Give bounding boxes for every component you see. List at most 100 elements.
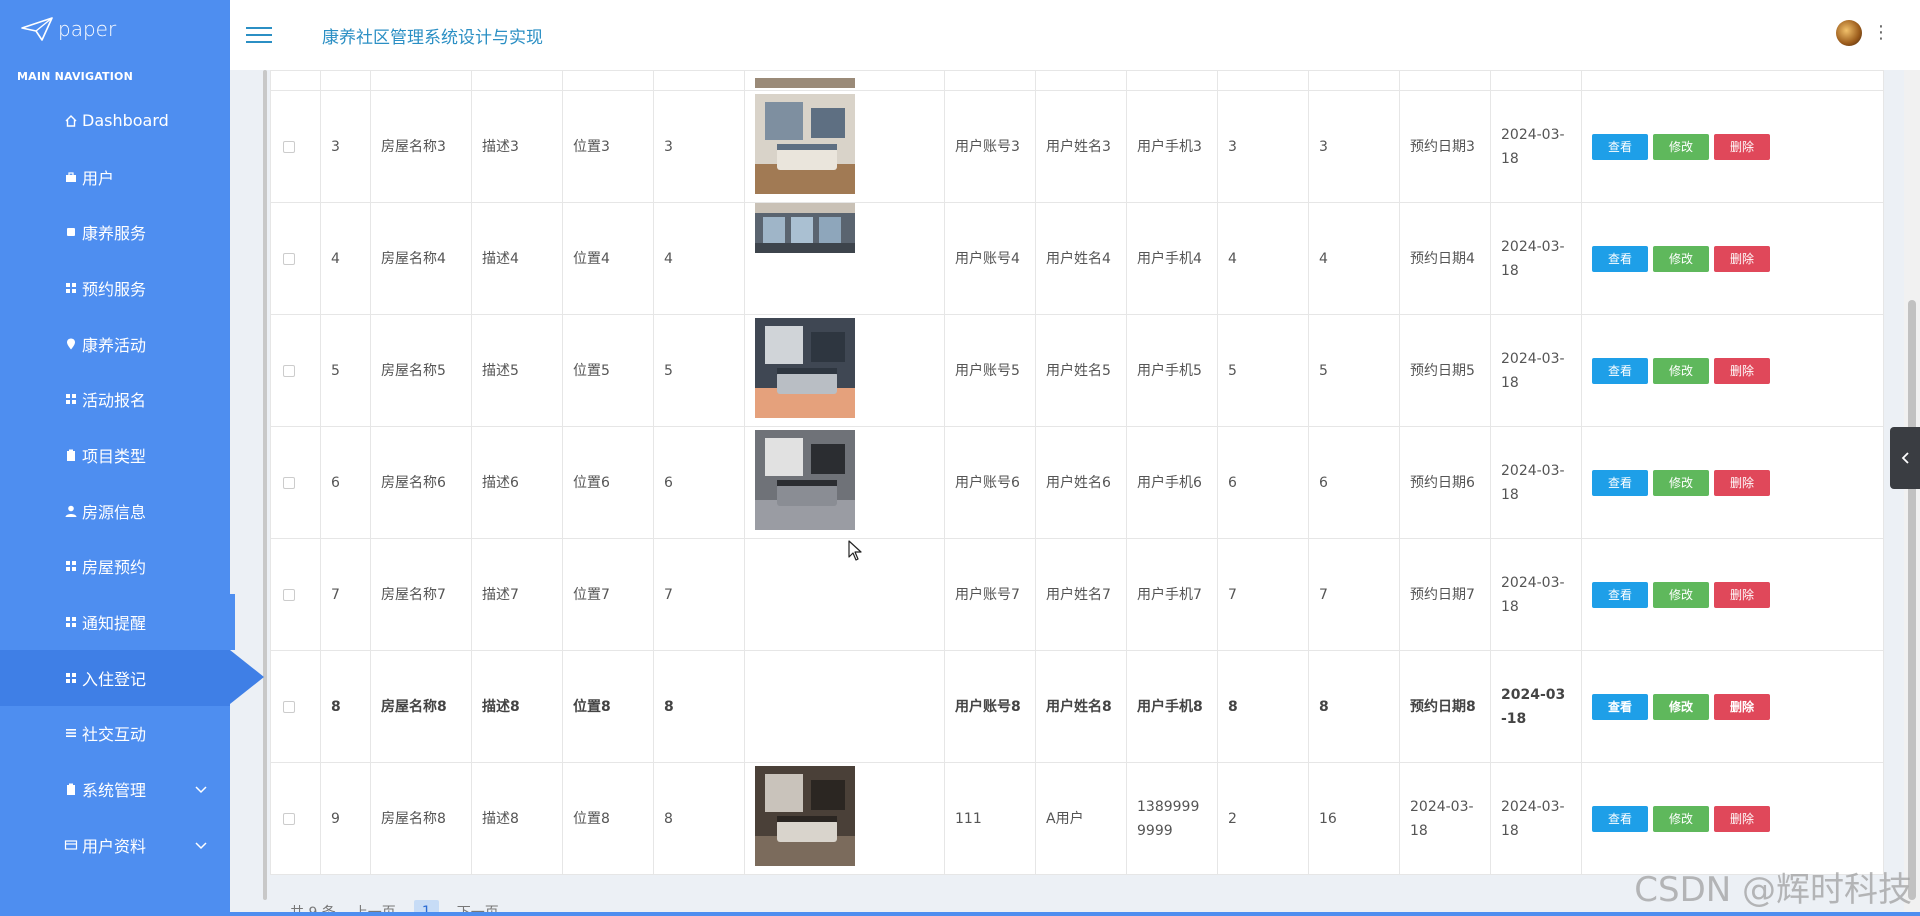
cell-actions: 查看 修改 删除 xyxy=(1581,650,1884,763)
cell-name: 房屋名称6 xyxy=(370,426,472,539)
clipboard-icon xyxy=(64,448,78,462)
more-vertical-icon[interactable]: ⋮ xyxy=(1872,24,1890,42)
brand[interactable]: paper xyxy=(0,0,230,58)
sidebar-item-menu-7[interactable]: 房源信息 xyxy=(0,483,230,539)
row-checkbox[interactable] xyxy=(283,700,295,713)
cell-account: 用户账号4 xyxy=(944,202,1036,315)
row-checkbox[interactable] xyxy=(283,140,295,153)
cell-id: 6 xyxy=(320,426,371,539)
cell-username: 用户姓名3 xyxy=(1035,90,1127,203)
sidebar-item-label: 社交互动 xyxy=(82,725,147,745)
cell-created: 2024-03-18 xyxy=(1490,202,1582,315)
sidebar-item-menu-4[interactable]: 康养活动 xyxy=(0,316,230,372)
row-checkbox[interactable] xyxy=(283,588,295,601)
sidebar-item-menu-12[interactable]: 系统管理 xyxy=(0,761,230,817)
cell-b: 5 xyxy=(1308,314,1400,427)
view-button[interactable]: 查看 xyxy=(1592,133,1648,160)
cell-num: 8 xyxy=(653,650,745,763)
view-button[interactable]: 查看 xyxy=(1592,245,1648,272)
cell-phone: 用户手机6 xyxy=(1126,426,1218,539)
cell-id: 7 xyxy=(320,538,371,651)
table-row: 9 房屋名称8 描述8 位置8 8 111 A用户 13899999999 2 16 2024-03… xyxy=(270,762,1884,875)
cell-a: 2 xyxy=(1217,762,1309,875)
page-scrollbar[interactable] xyxy=(1904,70,1920,916)
cell-date: 2024-03-18 xyxy=(1399,762,1491,875)
cell-image xyxy=(744,538,945,651)
cell-account: 用户账号3 xyxy=(944,90,1036,203)
inner-scrollbar[interactable] xyxy=(263,70,267,900)
sidebar-item-label: 用户资料 xyxy=(82,836,147,856)
table-row: 7 房屋名称7 描述7 位置7 7 用户账号7 用户姓名7 用户手机7 7 7 预约日期7 2024-… xyxy=(270,538,1884,651)
delete-button[interactable]: 删除 xyxy=(1714,357,1770,384)
sidebar-item-menu-3[interactable]: 预约服务 xyxy=(0,260,230,316)
scrollbar-thumb[interactable] xyxy=(1908,300,1916,900)
sidebar-item-menu-5[interactable]: 活动报名 xyxy=(0,371,230,427)
list-icon xyxy=(64,726,78,740)
cell-image xyxy=(744,650,945,763)
view-button[interactable]: 查看 xyxy=(1592,805,1648,832)
sidebar-item-menu-2[interactable]: 康养服务 xyxy=(0,204,230,260)
view-button[interactable]: 查看 xyxy=(1592,693,1648,720)
delete-button[interactable]: 删除 xyxy=(1714,693,1770,720)
edit-button[interactable]: 修改 xyxy=(1653,805,1709,832)
row-checkbox[interactable] xyxy=(283,364,295,377)
cell-created: 2024-03-18 xyxy=(1490,314,1582,427)
delete-button[interactable]: 删除 xyxy=(1714,805,1770,832)
cell-image xyxy=(744,426,945,539)
edit-button[interactable]: 修改 xyxy=(1653,581,1709,608)
cell-a: 4 xyxy=(1217,202,1309,315)
sidebar-item-label: 通知提醒 xyxy=(82,614,147,634)
edit-button[interactable]: 修改 xyxy=(1653,357,1709,384)
edit-button[interactable]: 修改 xyxy=(1653,693,1709,720)
sidebar-item-label: 系统管理 xyxy=(82,781,147,801)
sidebar-item-label: 房屋预约 xyxy=(82,558,147,578)
sidebar-item-menu-8[interactable]: 房屋预约 xyxy=(0,539,230,595)
sidebar-item-menu-6[interactable]: 项目类型 xyxy=(0,427,230,483)
home-icon xyxy=(64,114,78,128)
data-table: 3 房屋名称3 描述3 位置3 3 用户账号3 用户姓名3 用户手机3 3 3 预约日期3 2024-… xyxy=(270,70,1884,875)
cell-loc: 位置5 xyxy=(562,314,654,427)
sidebar-item-menu-10[interactable]: 入住登记 xyxy=(0,649,264,706)
cell-a: 3 xyxy=(1217,90,1309,203)
cell-loc: 位置3 xyxy=(562,90,654,203)
sidebar-item-dashboard[interactable]: Dashboard xyxy=(0,93,230,149)
cell-num: 4 xyxy=(653,202,745,315)
view-button[interactable]: 查看 xyxy=(1592,469,1648,496)
edit-button[interactable]: 修改 xyxy=(1653,133,1709,160)
cell-username: 用户姓名4 xyxy=(1035,202,1127,315)
pin-icon xyxy=(64,337,78,351)
cell-phone: 用户手机5 xyxy=(1126,314,1218,427)
collapse-panel-tab[interactable] xyxy=(1890,427,1920,489)
cell-loc: 位置7 xyxy=(562,538,654,651)
delete-button[interactable]: 删除 xyxy=(1714,133,1770,160)
sidebar-item-label: 活动报名 xyxy=(82,391,147,411)
delete-button[interactable]: 删除 xyxy=(1714,581,1770,608)
sidebar-item-label: 项目类型 xyxy=(82,446,147,466)
row-checkbox[interactable] xyxy=(283,476,295,489)
row-checkbox[interactable] xyxy=(283,812,295,825)
cell-b: 16 xyxy=(1308,762,1400,875)
row-checkbox[interactable] xyxy=(283,252,295,265)
sidebar-item-label: 康养服务 xyxy=(82,224,147,244)
cell-b: 4 xyxy=(1308,202,1400,315)
cell-phone: 用户手机4 xyxy=(1126,202,1218,315)
view-button[interactable]: 查看 xyxy=(1592,357,1648,384)
avatar[interactable] xyxy=(1836,20,1862,46)
cell-phone: 用户手机8 xyxy=(1126,650,1218,763)
cell-date: 预约日期7 xyxy=(1399,538,1491,651)
menu-toggle-icon[interactable] xyxy=(246,22,272,48)
view-button[interactable]: 查看 xyxy=(1592,581,1648,608)
delete-button[interactable]: 删除 xyxy=(1714,469,1770,496)
cell-phone: 13899999999 xyxy=(1126,762,1218,875)
delete-button[interactable]: 删除 xyxy=(1714,245,1770,272)
sidebar-item-menu-11[interactable]: 社交互动 xyxy=(0,706,230,762)
sidebar-item-menu-13[interactable]: 用户资料 xyxy=(0,817,230,873)
cell-image xyxy=(744,762,945,875)
sidebar-item-menu-1[interactable]: 用户 xyxy=(0,149,230,205)
cell-loc: 位置6 xyxy=(562,426,654,539)
sidebar-item-menu-9[interactable]: 通知提醒 xyxy=(0,594,235,650)
edit-button[interactable]: 修改 xyxy=(1653,469,1709,496)
cell-desc: 描述5 xyxy=(471,314,563,427)
cell-created: 2024-03-18 xyxy=(1490,762,1582,875)
edit-button[interactable]: 修改 xyxy=(1653,245,1709,272)
